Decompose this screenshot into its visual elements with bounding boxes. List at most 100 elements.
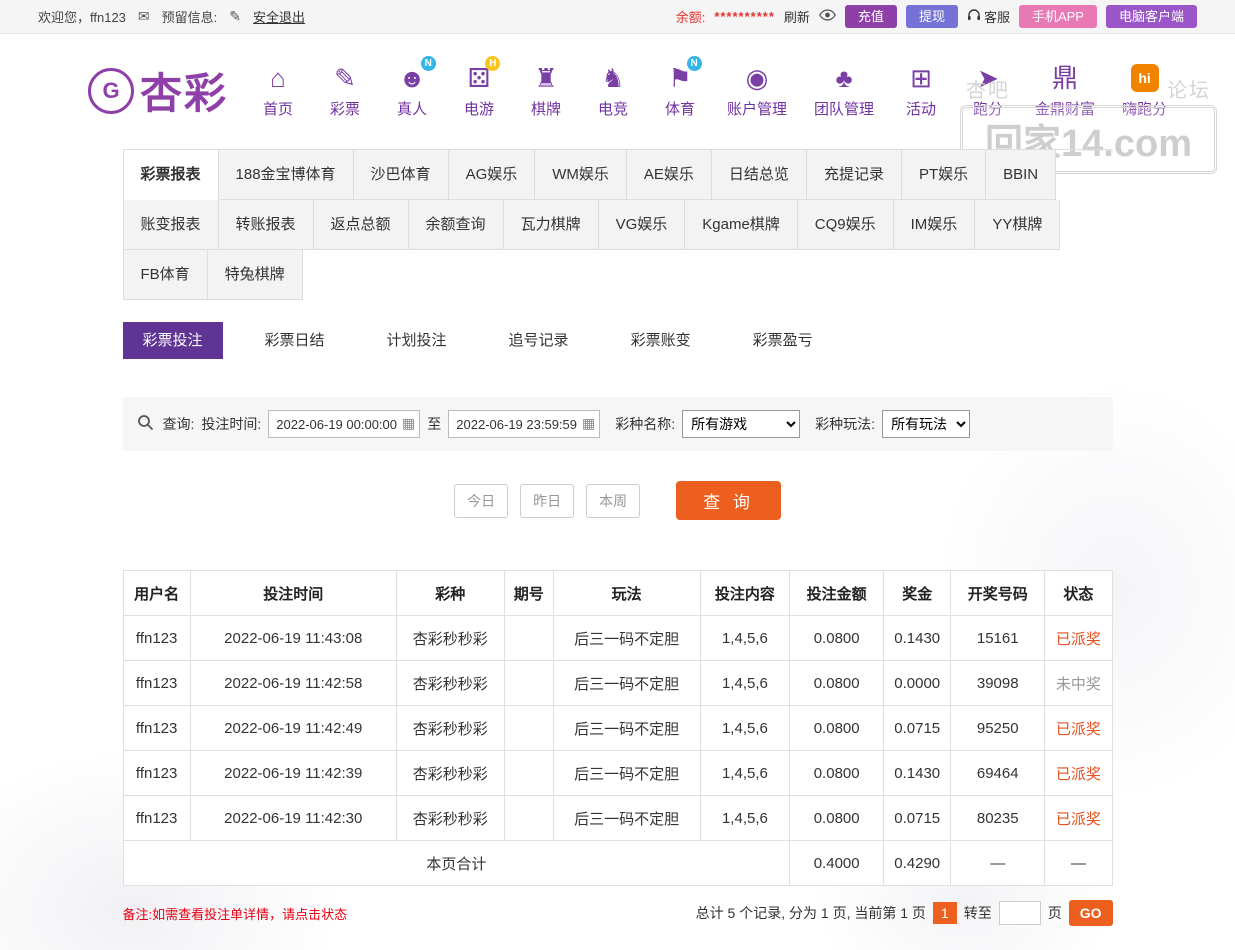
nav-label: 金鼎财富 xyxy=(1035,101,1096,118)
subtab-plan-bets[interactable]: 计划投注 xyxy=(367,322,467,359)
subtab-lottery-pnl[interactable]: 彩票盈亏 xyxy=(733,322,833,359)
col-status: 状态 xyxy=(1044,570,1113,616)
tab-transfer-report[interactable]: 转账报表 xyxy=(218,200,314,250)
table-row: ffn123 2022-06-19 11:42:58 杏彩秒秒彩 后三一码不定胆… xyxy=(122,660,1113,706)
cell-issue xyxy=(503,615,554,661)
cell-bet-time: 2022-06-19 11:42:58 xyxy=(189,660,397,706)
today-button[interactable]: 今日 xyxy=(454,483,509,518)
table-header-row: 用户名 投注时间 彩种 期号 玩法 投注内容 投注金额 奖金 开奖号码 状态 xyxy=(122,570,1113,616)
cell-bet-amount: 0.0800 xyxy=(789,750,885,796)
summary-dash: — xyxy=(950,840,1046,886)
tab-deposit-records[interactable]: 充提记录 xyxy=(806,150,902,200)
pagination-summary: 总计 5 个记录, 分为 1 页, 当前第 1 页 xyxy=(695,905,926,921)
subtab-lottery-daily[interactable]: 彩票日结 xyxy=(245,322,345,359)
cell-status[interactable]: 未中奖 xyxy=(1044,660,1113,706)
nav-item-live[interactable]: ☻ N 真人 xyxy=(392,56,436,119)
footer-note: 备注:如需查看投注单详情，请点击状态 xyxy=(122,906,348,922)
cell-status[interactable]: 已派奖 xyxy=(1044,705,1113,751)
goto-page-input[interactable] xyxy=(998,901,1041,925)
nav-item-account[interactable]: ◉ 账户管理 xyxy=(727,62,787,119)
nav-item-paofen[interactable]: ➤ 跑分 xyxy=(968,62,1008,119)
subtab-lottery-changes[interactable]: 彩票账变 xyxy=(611,322,711,359)
tab-ae[interactable]: AE娱乐 xyxy=(626,150,712,200)
team-icon: ♣ xyxy=(835,63,853,93)
tab-yy-chess[interactable]: YY棋牌 xyxy=(975,200,1061,250)
tab-cq9[interactable]: CQ9娱乐 xyxy=(797,200,894,250)
yesterday-button[interactable]: 昨日 xyxy=(520,483,575,518)
go-button[interactable]: GO xyxy=(1068,900,1113,926)
recharge-button[interactable]: 充值 xyxy=(844,4,897,29)
eye-icon[interactable] xyxy=(819,9,836,24)
home-icon: ⌂ xyxy=(270,63,286,93)
subtab-lottery-bets[interactable]: 彩票投注 xyxy=(122,322,223,359)
nav-label: 团队管理 xyxy=(814,101,875,118)
cell-playtype: 后三一码不定胆 xyxy=(552,615,701,661)
tab-wali-chess[interactable]: 瓦力棋牌 xyxy=(503,200,599,250)
envelope-icon[interactable]: ✉ xyxy=(138,8,150,25)
tab-bbin[interactable]: BBIN xyxy=(986,150,1057,200)
tab-account-change[interactable]: 账变报表 xyxy=(123,200,219,250)
cell-lottery: 杏彩秒秒彩 xyxy=(395,705,505,751)
game-select[interactable]: 所有游戏 xyxy=(682,410,801,438)
cell-status[interactable]: 已派奖 xyxy=(1044,615,1113,661)
to-label: 至 xyxy=(427,416,442,432)
headset-icon xyxy=(967,8,981,25)
tab-pt[interactable]: PT娱乐 xyxy=(901,150,987,200)
tab-tetu-chess[interactable]: 特兔棋牌 xyxy=(207,250,303,300)
subtab-chase-records[interactable]: 追号记录 xyxy=(489,322,589,359)
col-prize: 奖金 xyxy=(883,570,952,616)
tab-188-sports[interactable]: 188金宝博体育 xyxy=(218,150,354,200)
cell-bet-content: 1,4,5,6 xyxy=(699,705,791,751)
cell-bet-content: 1,4,5,6 xyxy=(699,615,791,661)
site-logo[interactable]: G 杏彩 xyxy=(88,60,228,121)
balance-value: ********** xyxy=(714,9,775,24)
date-to-input[interactable] xyxy=(448,410,601,438)
nav-item-team[interactable]: ♣ 团队管理 xyxy=(814,62,874,119)
table-summary-row: 本页合计 0.4000 0.4290 — — xyxy=(122,840,1113,886)
main-nav: ⌂ 首页 ✎ 彩票 ☻ N 真人 ⚄ H 电游 ♜ 棋牌 ♞ 电竞 ⚑ N 体育… xyxy=(258,56,1167,119)
tab-rebate-total[interactable]: 返点总额 xyxy=(313,200,409,250)
logout-link[interactable]: 安全退出 xyxy=(253,7,305,26)
pc-client-button[interactable]: 电脑客户端 xyxy=(1105,4,1197,29)
current-page-button[interactable]: 1 xyxy=(932,902,957,924)
thisweek-button[interactable]: 本周 xyxy=(586,483,641,518)
col-bet-time: 投注时间 xyxy=(189,570,397,616)
gift-icon: ⊞ xyxy=(910,63,932,93)
edit-icon[interactable]: ✎ xyxy=(229,8,241,25)
main-header: G 杏彩 ⌂ 首页 ✎ 彩票 ☻ N 真人 ⚄ H 电游 ♜ 棋牌 ♞ 电竞 ⚑… xyxy=(0,34,1235,174)
tab-ag[interactable]: AG娱乐 xyxy=(448,150,536,200)
tab-lottery-report[interactable]: 彩票报表 xyxy=(123,150,219,200)
col-bet-amount: 投注金额 xyxy=(789,570,885,616)
nav-item-hipaofen[interactable]: hi 嗨跑分 xyxy=(1122,62,1167,119)
nav-item-sports[interactable]: ⚑ N 体育 xyxy=(660,56,702,119)
nav-item-lottery[interactable]: ✎ 彩票 xyxy=(325,62,365,119)
tab-kgame[interactable]: Kgame棋牌 xyxy=(685,200,798,250)
cell-status[interactable]: 已派奖 xyxy=(1044,795,1113,841)
customer-service-label: 客服 xyxy=(983,10,1010,25)
tab-im[interactable]: IM娱乐 xyxy=(893,200,976,250)
withdraw-button[interactable]: 提现 xyxy=(905,4,958,29)
topbar-left: 欢迎您，ffn123 ✉ 预留信息: ✎ 安全退出 xyxy=(38,7,305,26)
nav-item-chess[interactable]: ♜ 棋牌 xyxy=(526,62,566,119)
refresh-balance-link[interactable]: 刷新 xyxy=(784,7,810,26)
customer-service-link[interactable]: 客服 xyxy=(967,7,1010,26)
nav-item-activity[interactable]: ⊞ 活动 xyxy=(901,62,941,119)
nav-item-home[interactable]: ⌂ 首页 xyxy=(258,62,298,119)
cell-status[interactable]: 已派奖 xyxy=(1044,750,1113,796)
tab-wm[interactable]: WM娱乐 xyxy=(535,150,627,200)
tab-fb-sports[interactable]: FB体育 xyxy=(123,250,208,300)
nav-item-egames[interactable]: ⚄ H 电游 xyxy=(459,56,501,119)
tab-daily-summary[interactable]: 日结总览 xyxy=(711,150,807,200)
page-label: 页 xyxy=(1047,905,1062,921)
nav-item-jinding[interactable]: 鼎 金鼎财富 xyxy=(1035,62,1095,119)
tab-saba-sports[interactable]: 沙巴体育 xyxy=(353,150,449,200)
top-bar: 欢迎您，ffn123 ✉ 预留信息: ✎ 安全退出 余额: **********… xyxy=(0,0,1235,34)
tab-vg[interactable]: VG娱乐 xyxy=(598,200,686,250)
nav-item-esports[interactable]: ♞ 电竞 xyxy=(593,62,633,119)
tab-balance-query[interactable]: 余额查询 xyxy=(408,200,504,250)
play-select[interactable]: 所有玩法 xyxy=(882,410,971,438)
mobile-app-button[interactable]: 手机APP xyxy=(1018,4,1097,29)
date-from-input[interactable] xyxy=(268,410,421,438)
search-button[interactable]: 查 询 xyxy=(676,481,781,520)
cell-playtype: 后三一码不定胆 xyxy=(552,795,701,841)
